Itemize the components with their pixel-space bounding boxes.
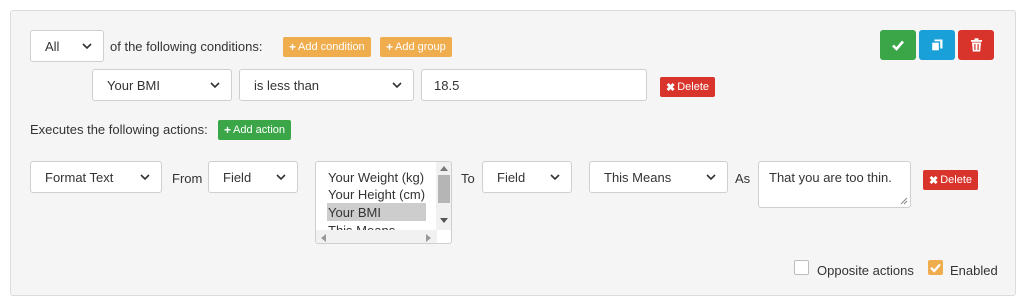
to-type-select[interactable]: Field [482,161,572,193]
save-button[interactable] [880,30,916,60]
plus-icon: + [224,123,232,137]
opposite-actions-checkbox[interactable] [794,260,809,275]
source-option[interactable]: Your Weight (kg) [328,170,424,185]
add-group-label: Add group [395,41,446,53]
delete-action-label: Delete [940,174,973,186]
condition-value-text: 18.5 [434,77,460,93]
enabled-checkbox[interactable] [928,260,943,275]
scroll-left-icon[interactable] [320,234,326,242]
enabled-label: Enabled [950,263,998,278]
chevron-down-icon [82,43,92,50]
add-condition-button[interactable]: + Add condition [283,37,371,57]
action-type-select[interactable]: Format Text [30,161,162,193]
source-option[interactable]: Your Height (cm) [328,187,425,202]
copy-icon [930,39,943,52]
target-field-value: This Means [604,169,672,185]
target-field-select[interactable]: This Means [589,161,728,193]
from-type-select[interactable]: Field [208,161,298,193]
listbox-hscrollbar[interactable] [316,230,437,243]
chevron-down-icon [392,82,402,89]
listbox-vscrollbar[interactable] [436,162,451,230]
source-field-listbox[interactable]: Your Weight (kg) Your Height (cm) Your B… [315,161,452,244]
resize-handle-icon[interactable] [900,197,908,205]
scroll-right-icon[interactable] [426,234,432,242]
format-text-textarea[interactable]: That you are too thin. [758,161,911,208]
to-type-value: Field [497,169,526,185]
chevron-down-icon [276,174,286,181]
add-action-button[interactable]: + Add action [218,120,291,140]
condition-operator-select[interactable]: is less than [239,69,414,101]
as-label: As [735,171,751,186]
plus-icon: + [289,40,297,54]
match-type-value: All [45,38,60,54]
chevron-down-icon [550,174,560,181]
from-label: From [172,171,203,186]
source-option[interactable]: Your BMI [328,205,381,220]
delete-condition-button[interactable]: ✖ Delete [660,77,716,97]
delete-rule-button[interactable] [958,30,994,60]
add-action-label: Add action [233,124,285,136]
trash-icon [970,38,982,52]
close-icon: ✖ [666,81,676,94]
condition-field-select[interactable]: Your BMI [92,69,232,101]
scroll-up-icon[interactable] [440,165,448,171]
duplicate-button[interactable] [919,30,955,60]
plus-icon: + [386,40,394,54]
opposite-actions-label: Opposite actions [817,263,914,278]
match-type-select[interactable]: All [30,30,104,62]
condition-field-value: Your BMI [107,77,160,93]
add-condition-label: Add condition [298,41,365,53]
action-type-value: Format Text [45,169,114,185]
scroll-thumb[interactable] [438,175,450,203]
conditions-intro-text: of the following conditions: [110,39,263,54]
check-icon [892,40,904,51]
scroll-down-icon[interactable] [440,218,448,224]
add-group-button[interactable]: + Add group [380,37,452,57]
format-text-value: That you are too thin. [769,170,892,185]
chevron-down-icon [210,82,220,89]
delete-action-button[interactable]: ✖ Delete [923,170,979,190]
actions-heading: Executes the following actions: [30,122,208,137]
check-icon [930,263,941,273]
condition-operator-value: is less than [254,77,320,93]
delete-condition-label: Delete [677,81,710,93]
close-icon: ✖ [929,174,939,187]
condition-value-input[interactable]: 18.5 [421,69,647,101]
chevron-down-icon [706,174,716,181]
from-type-value: Field [223,169,252,185]
to-label: To [461,171,475,186]
chevron-down-icon [140,174,150,181]
